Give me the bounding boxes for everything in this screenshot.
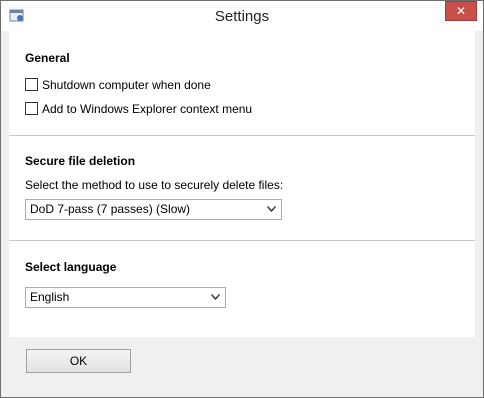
settings-window: Settings ✕ General Shutdown computer whe… bbox=[0, 0, 484, 398]
settings-panel: General Shutdown computer when done Add … bbox=[9, 31, 475, 337]
close-button[interactable]: ✕ bbox=[445, 1, 477, 21]
chevron-down-icon bbox=[267, 206, 276, 212]
section-divider bbox=[9, 240, 475, 241]
language-select[interactable]: English bbox=[25, 287, 226, 308]
language-section-title: Select language bbox=[25, 260, 117, 274]
chevron-down-icon bbox=[211, 294, 220, 300]
explorer-menu-label: Add to Windows Explorer context menu bbox=[42, 102, 253, 116]
secure-deletion-section-title: Secure file deletion bbox=[25, 154, 136, 168]
window-title: Settings bbox=[214, 8, 270, 25]
shutdown-checkbox[interactable] bbox=[25, 78, 38, 91]
deletion-method-prompt: Select the method to use to securely del… bbox=[25, 178, 284, 192]
deletion-method-select[interactable]: DoD 7-pass (7 passes) (Slow) bbox=[25, 199, 282, 220]
shutdown-label: Shutdown computer when done bbox=[42, 78, 211, 92]
ok-button[interactable]: OK bbox=[26, 349, 131, 373]
section-divider bbox=[9, 135, 475, 136]
general-section-title: General bbox=[25, 51, 70, 65]
button-bar: OK bbox=[9, 337, 475, 391]
language-value: English bbox=[30, 290, 70, 304]
title-bar: Settings ✕ bbox=[1, 1, 483, 31]
deletion-method-value: DoD 7-pass (7 passes) (Slow) bbox=[30, 202, 191, 216]
close-icon: ✕ bbox=[455, 4, 467, 18]
explorer-menu-checkbox[interactable] bbox=[25, 102, 38, 115]
